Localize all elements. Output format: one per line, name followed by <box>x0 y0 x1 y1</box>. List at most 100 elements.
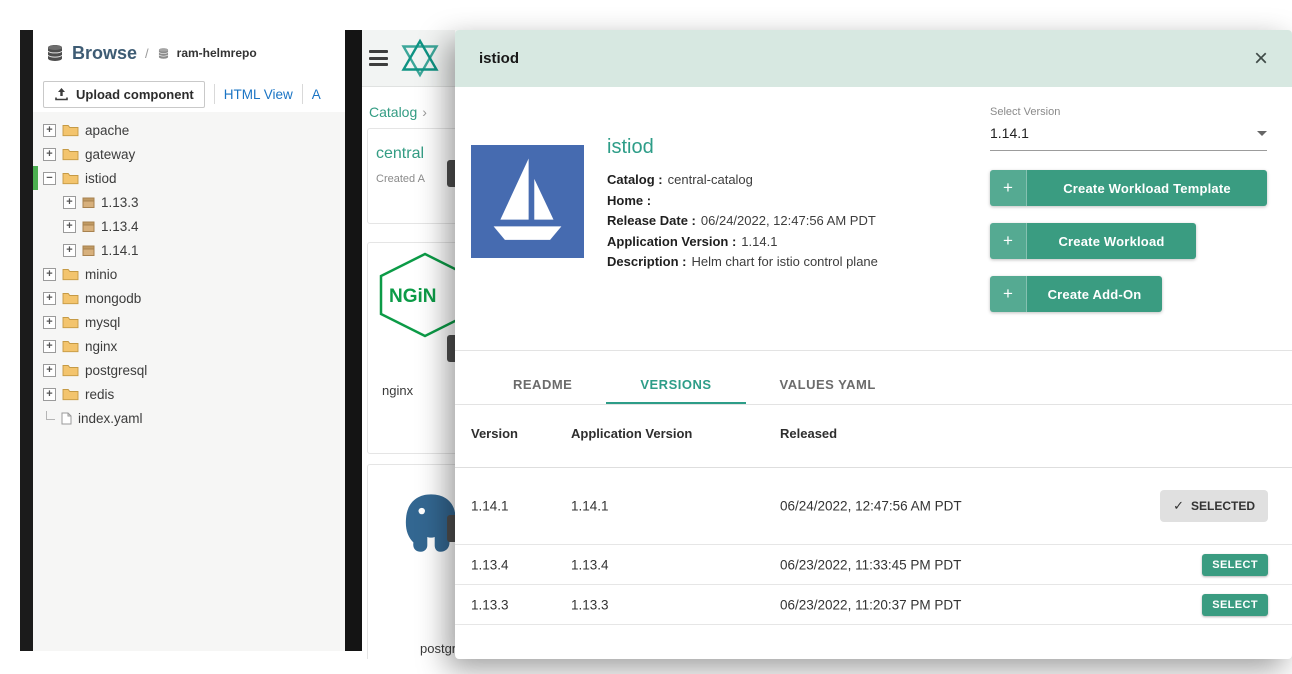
cell-version: 1.13.3 <box>471 597 509 612</box>
postgresql-chart-card[interactable]: postgre <box>367 464 455 659</box>
select-button[interactable]: SELECT <box>1202 553 1268 576</box>
version-select[interactable]: 1.14.1 <box>990 125 1267 151</box>
tree-item-minio[interactable]: + minio <box>33 262 345 286</box>
dropdown-caret-icon <box>1257 130 1267 136</box>
menu-icon[interactable] <box>369 47 388 70</box>
tree-item-gateway[interactable]: + gateway <box>33 142 345 166</box>
tree-item-label: 1.13.3 <box>101 194 139 210</box>
tree-item-version-1-13-4[interactable]: + 1.13.4 <box>33 214 345 238</box>
cell-app-version: 1.13.3 <box>571 597 609 612</box>
html-view-link[interactable]: HTML View <box>224 87 293 102</box>
tree-item-nginx[interactable]: + nginx <box>33 334 345 358</box>
detail-line-catalog: Catalog : central-catalog <box>607 172 753 187</box>
tree-item-version-1-13-3[interactable]: + 1.13.3 <box>33 190 345 214</box>
cell-released: 06/23/2022, 11:20:37 PM PDT <box>780 597 962 612</box>
column-header-released: Released <box>780 426 838 441</box>
breadcrumb: Catalog › <box>369 104 427 120</box>
window-edge-bar <box>20 30 33 651</box>
tree-item-label: nginx <box>85 338 118 354</box>
select-version-label: Select Version <box>990 106 1061 118</box>
breadcrumb-separator: / <box>145 45 149 61</box>
tree-item-index-yaml[interactable]: index.yaml <box>33 406 345 430</box>
screen: Browse / ram-helmrepo Upload component H… <box>0 0 1292 674</box>
toolbar-divider <box>301 84 303 104</box>
create-workload-button[interactable]: + Create Workload <box>990 223 1196 259</box>
create-add-on-button[interactable]: + Create Add-On <box>990 276 1162 312</box>
expand-toggle[interactable]: + <box>43 315 56 329</box>
package-icon <box>82 196 95 209</box>
repo-tree: + apache + gateway − istiod + 1.13.3 + 1… <box>33 112 345 651</box>
tree-item-label: postgresql <box>85 362 148 378</box>
expand-toggle[interactable]: + <box>43 291 56 305</box>
catalog-created-label: Created A <box>376 173 425 185</box>
card-badge <box>447 160 455 187</box>
more-link[interactable]: A <box>312 87 321 102</box>
modal-tabs: README VERSIONS VALUES YAML <box>479 366 910 404</box>
app-logo <box>399 37 441 79</box>
tab-readme[interactable]: README <box>479 366 606 404</box>
istio-logo <box>471 145 584 258</box>
catalog-name: central <box>376 145 425 162</box>
expand-toggle[interactable]: + <box>63 219 76 233</box>
toolbar-divider <box>213 84 215 104</box>
expand-toggle[interactable]: + <box>63 195 76 209</box>
expand-toggle[interactable]: + <box>43 147 56 161</box>
folder-icon <box>62 316 79 329</box>
folder-icon <box>62 268 79 281</box>
upload-icon <box>54 87 69 101</box>
tree-item-version-1-14-1[interactable]: + 1.14.1 <box>33 238 345 262</box>
column-header-version: Version <box>471 426 518 441</box>
chart-details: Catalog : central-catalog Home : Release … <box>607 170 878 273</box>
expand-toggle[interactable]: + <box>43 339 56 353</box>
tree-item-apache[interactable]: + apache <box>33 118 345 142</box>
tab-values-yaml[interactable]: VALUES YAML <box>746 366 910 404</box>
version-row-1-13-4: 1.13.4 1.13.4 06/23/2022, 11:33:45 PM PD… <box>455 545 1292 585</box>
upload-component-button[interactable]: Upload component <box>43 80 205 108</box>
postgresql-logo <box>405 494 455 552</box>
breadcrumb-repo-name: ram-helmrepo <box>176 46 257 60</box>
tree-item-redis[interactable]: + redis <box>33 382 345 406</box>
expand-toggle[interactable]: + <box>43 267 56 281</box>
create-workload-template-button[interactable]: + Create Workload Template <box>990 170 1267 206</box>
modal-title: istiod <box>479 50 519 67</box>
version-row-1-14-1: 1.14.1 1.14.1 06/24/2022, 12:47:56 AM PD… <box>455 467 1292 545</box>
folder-icon <box>62 364 79 377</box>
version-select-value: 1.14.1 <box>990 125 1029 141</box>
folder-open-icon <box>62 172 79 185</box>
chart-name: nginx <box>382 383 414 398</box>
detail-line-description: Description : Helm chart for istio contro… <box>607 254 878 269</box>
tree-item-istiod[interactable]: − istiod <box>33 166 345 190</box>
tab-versions[interactable]: VERSIONS <box>606 366 746 404</box>
expand-toggle[interactable]: + <box>63 243 76 257</box>
tree-item-label: 1.13.4 <box>101 218 139 234</box>
catalog-app-background: Catalog › central Created A NGiN nginx p… <box>362 30 455 659</box>
tree-item-label: index.yaml <box>78 410 143 426</box>
tree-item-mysql[interactable]: + mysql <box>33 310 345 334</box>
tree-item-mongodb[interactable]: + mongodb <box>33 286 345 310</box>
chart-name: postgre <box>420 641 455 656</box>
tree-item-label: minio <box>85 266 118 282</box>
expand-toggle[interactable]: + <box>43 387 56 401</box>
card-badge <box>447 335 455 362</box>
detail-line-release-date: Release Date :06/24/2022, 12:47:56 AM PD… <box>607 213 876 228</box>
nginx-chart-card[interactable]: NGiN nginx <box>367 242 455 454</box>
repo-browser-header: Browse / ram-helmrepo <box>33 30 345 76</box>
expand-toggle[interactable]: + <box>43 123 56 137</box>
repo-browser-window: Browse / ram-helmrepo Upload component H… <box>33 30 345 651</box>
cell-released: 06/23/2022, 11:33:45 PM PDT <box>780 557 962 572</box>
upload-label: Upload component <box>76 86 194 102</box>
breadcrumb-catalog-link[interactable]: Catalog <box>369 104 417 120</box>
tree-item-postgresql[interactable]: + postgresql <box>33 358 345 382</box>
close-icon[interactable]: × <box>1254 46 1268 71</box>
tree-item-label: redis <box>85 386 115 402</box>
package-icon <box>82 244 95 257</box>
collapse-toggle[interactable]: − <box>43 171 56 185</box>
expand-toggle[interactable]: + <box>43 363 56 377</box>
cell-version: 1.14.1 <box>471 498 509 513</box>
repo-database-icon <box>157 47 170 60</box>
chevron-right-icon: › <box>422 104 427 120</box>
chart-name-heading: istiod <box>607 136 654 158</box>
detail-line-home: Home : <box>607 192 652 208</box>
divider <box>455 404 1292 405</box>
select-button[interactable]: SELECT <box>1202 593 1268 616</box>
